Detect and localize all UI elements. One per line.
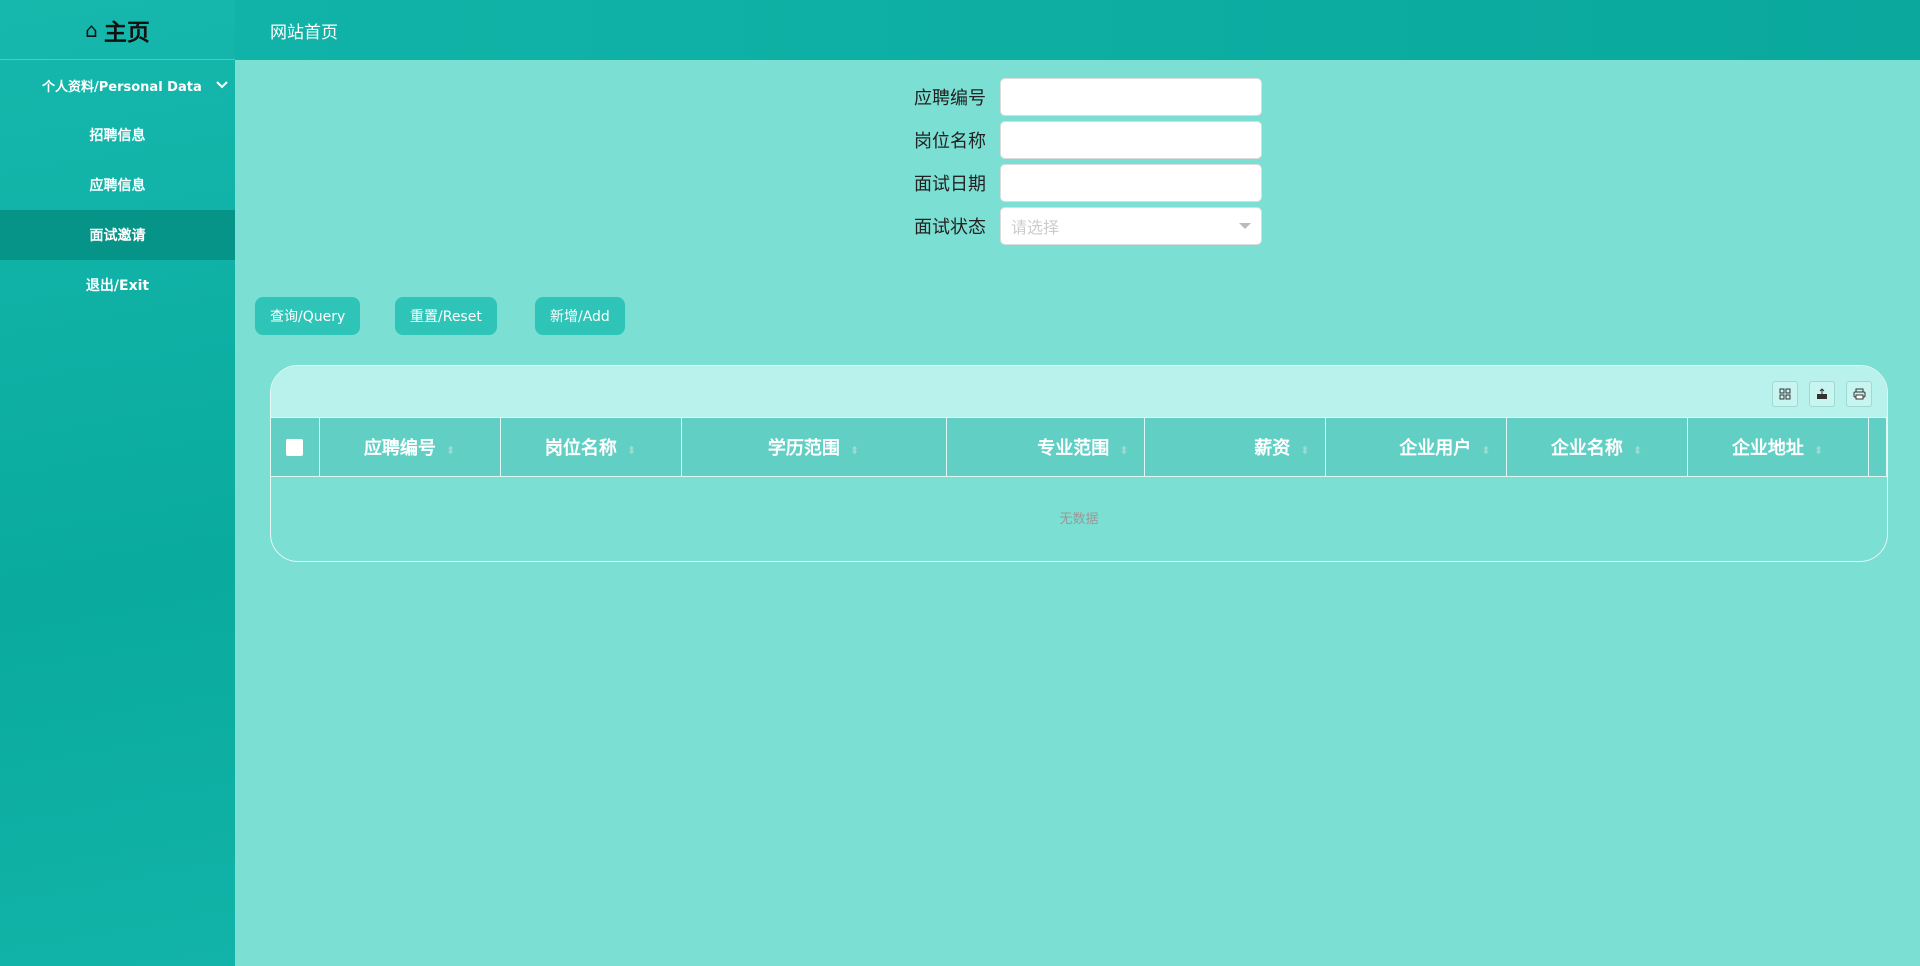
search-row-position-name: 岗位名称 — [900, 118, 1300, 161]
print-icon[interactable] — [1846, 381, 1872, 407]
sort-icon: ⬍ — [1632, 444, 1643, 457]
query-button[interactable]: 查询/Query — [255, 297, 361, 335]
application-no-label: 应聘编号 — [914, 87, 986, 109]
sidebar-item-exit[interactable]: 退出/Exit — [0, 260, 235, 310]
column-header[interactable]: 企业地址 ⬍ — [1687, 417, 1869, 477]
interview-status-label: 面试状态 — [914, 216, 986, 238]
interview-status-select[interactable]: 请选择 — [1000, 206, 1262, 245]
data-table: 应聘编号 ⬍ 岗位名称 ⬍ 学历范围 ⬍ 专业范围 ⬍ 薪资 ⬍ 企业用户 ⬍ 企业名称 ⬍ … — [270, 365, 1888, 562]
column-header[interactable]: 岗位名称 ⬍ — [500, 417, 682, 477]
sort-icon: ⬍ — [849, 444, 860, 457]
table-grid: 应聘编号 ⬍ 岗位名称 ⬍ 学历范围 ⬍ 专业范围 ⬍ 薪资 ⬍ 企业用户 ⬍ 企业名称 ⬍ … — [271, 417, 1887, 477]
column-header[interactable]: 薪资 ⬍ — [1144, 417, 1326, 477]
logo-text: 主页 — [103, 19, 150, 46]
position-name-label: 岗位名称 — [914, 130, 986, 152]
home-icon: ⌂ — [85, 17, 98, 42]
interview-date-input[interactable] — [1000, 163, 1262, 202]
sort-icon: ⬍ — [1300, 444, 1310, 457]
sort-icon: ⬍ — [626, 444, 637, 457]
select-placeholder: 请选择 — [1011, 217, 1060, 237]
sort-icon: ⬍ — [445, 444, 456, 457]
add-button[interactable]: 新增/Add — [535, 297, 625, 335]
sidebar-item-label: 招聘信息 — [89, 128, 146, 144]
column-header[interactable]: 企业用户 ⬍ — [1325, 417, 1507, 477]
position-name-input[interactable] — [1000, 120, 1262, 159]
table-toolbar — [271, 366, 1887, 417]
table-header-row: 应聘编号 ⬍ 岗位名称 ⬍ 学历范围 ⬍ 专业范围 ⬍ 薪资 ⬍ 企业用户 ⬍ 企业名称 ⬍ … — [271, 417, 1887, 477]
column-header[interactable]: 应聘编号 ⬍ — [319, 417, 501, 477]
sidebar-item-label: 退出/Exit — [85, 278, 150, 294]
top-bar: 网站首页 — [235, 0, 1920, 60]
sidebar-item-label: 面试邀请 — [89, 228, 146, 244]
search-row-interview-status: 面试状态 请选择 — [900, 204, 1300, 247]
sidebar-item-application[interactable]: 应聘信息 — [0, 160, 235, 210]
sort-icon: ⬍ — [1813, 444, 1824, 457]
site-home-link[interactable]: 网站首页 — [270, 18, 338, 43]
column-header[interactable]: 企业名称 ⬍ — [1506, 417, 1688, 477]
sort-icon: ⬍ — [1119, 444, 1129, 457]
sidebar-item-personal-data[interactable]: 个人资料/Personal Data — [0, 60, 235, 110]
empty-state: 无数据 — [1059, 512, 1099, 527]
sidebar: ⌂ 主页 个人资料/Personal Data 招聘信息 应聘信息 面试邀请 退… — [0, 0, 235, 966]
chevron-down-icon — [216, 78, 228, 93]
sidebar-item-label: 应聘信息 — [89, 178, 146, 194]
columns-icon[interactable] — [1772, 381, 1798, 407]
export-icon[interactable] — [1809, 381, 1835, 407]
reset-button[interactable]: 重置/Reset — [395, 297, 497, 335]
sidebar-item-interview-invite[interactable]: 面试邀请 — [0, 210, 235, 260]
sort-icon: ⬍ — [1481, 444, 1491, 457]
caret-down-icon — [1239, 222, 1251, 229]
select-all-header — [271, 417, 320, 477]
sidebar-item-recruitment[interactable]: 招聘信息 — [0, 110, 235, 160]
sidebar-item-label: 个人资料/Personal Data — [42, 79, 202, 95]
search-form: 应聘编号 岗位名称 面试日期 面试状态 请选择 — [900, 75, 1300, 247]
column-header-overflow — [1868, 417, 1887, 477]
column-header[interactable]: 专业范围 ⬍ — [946, 417, 1145, 477]
interview-date-label: 面试日期 — [914, 173, 986, 195]
search-row-interview-date: 面试日期 — [900, 161, 1300, 204]
column-header[interactable]: 学历范围 ⬍ — [681, 417, 947, 477]
select-all-checkbox[interactable] — [286, 439, 304, 456]
application-no-input[interactable] — [1000, 77, 1262, 116]
search-row-application-no: 应聘编号 — [900, 75, 1300, 118]
home-logo[interactable]: ⌂ 主页 — [0, 0, 235, 60]
